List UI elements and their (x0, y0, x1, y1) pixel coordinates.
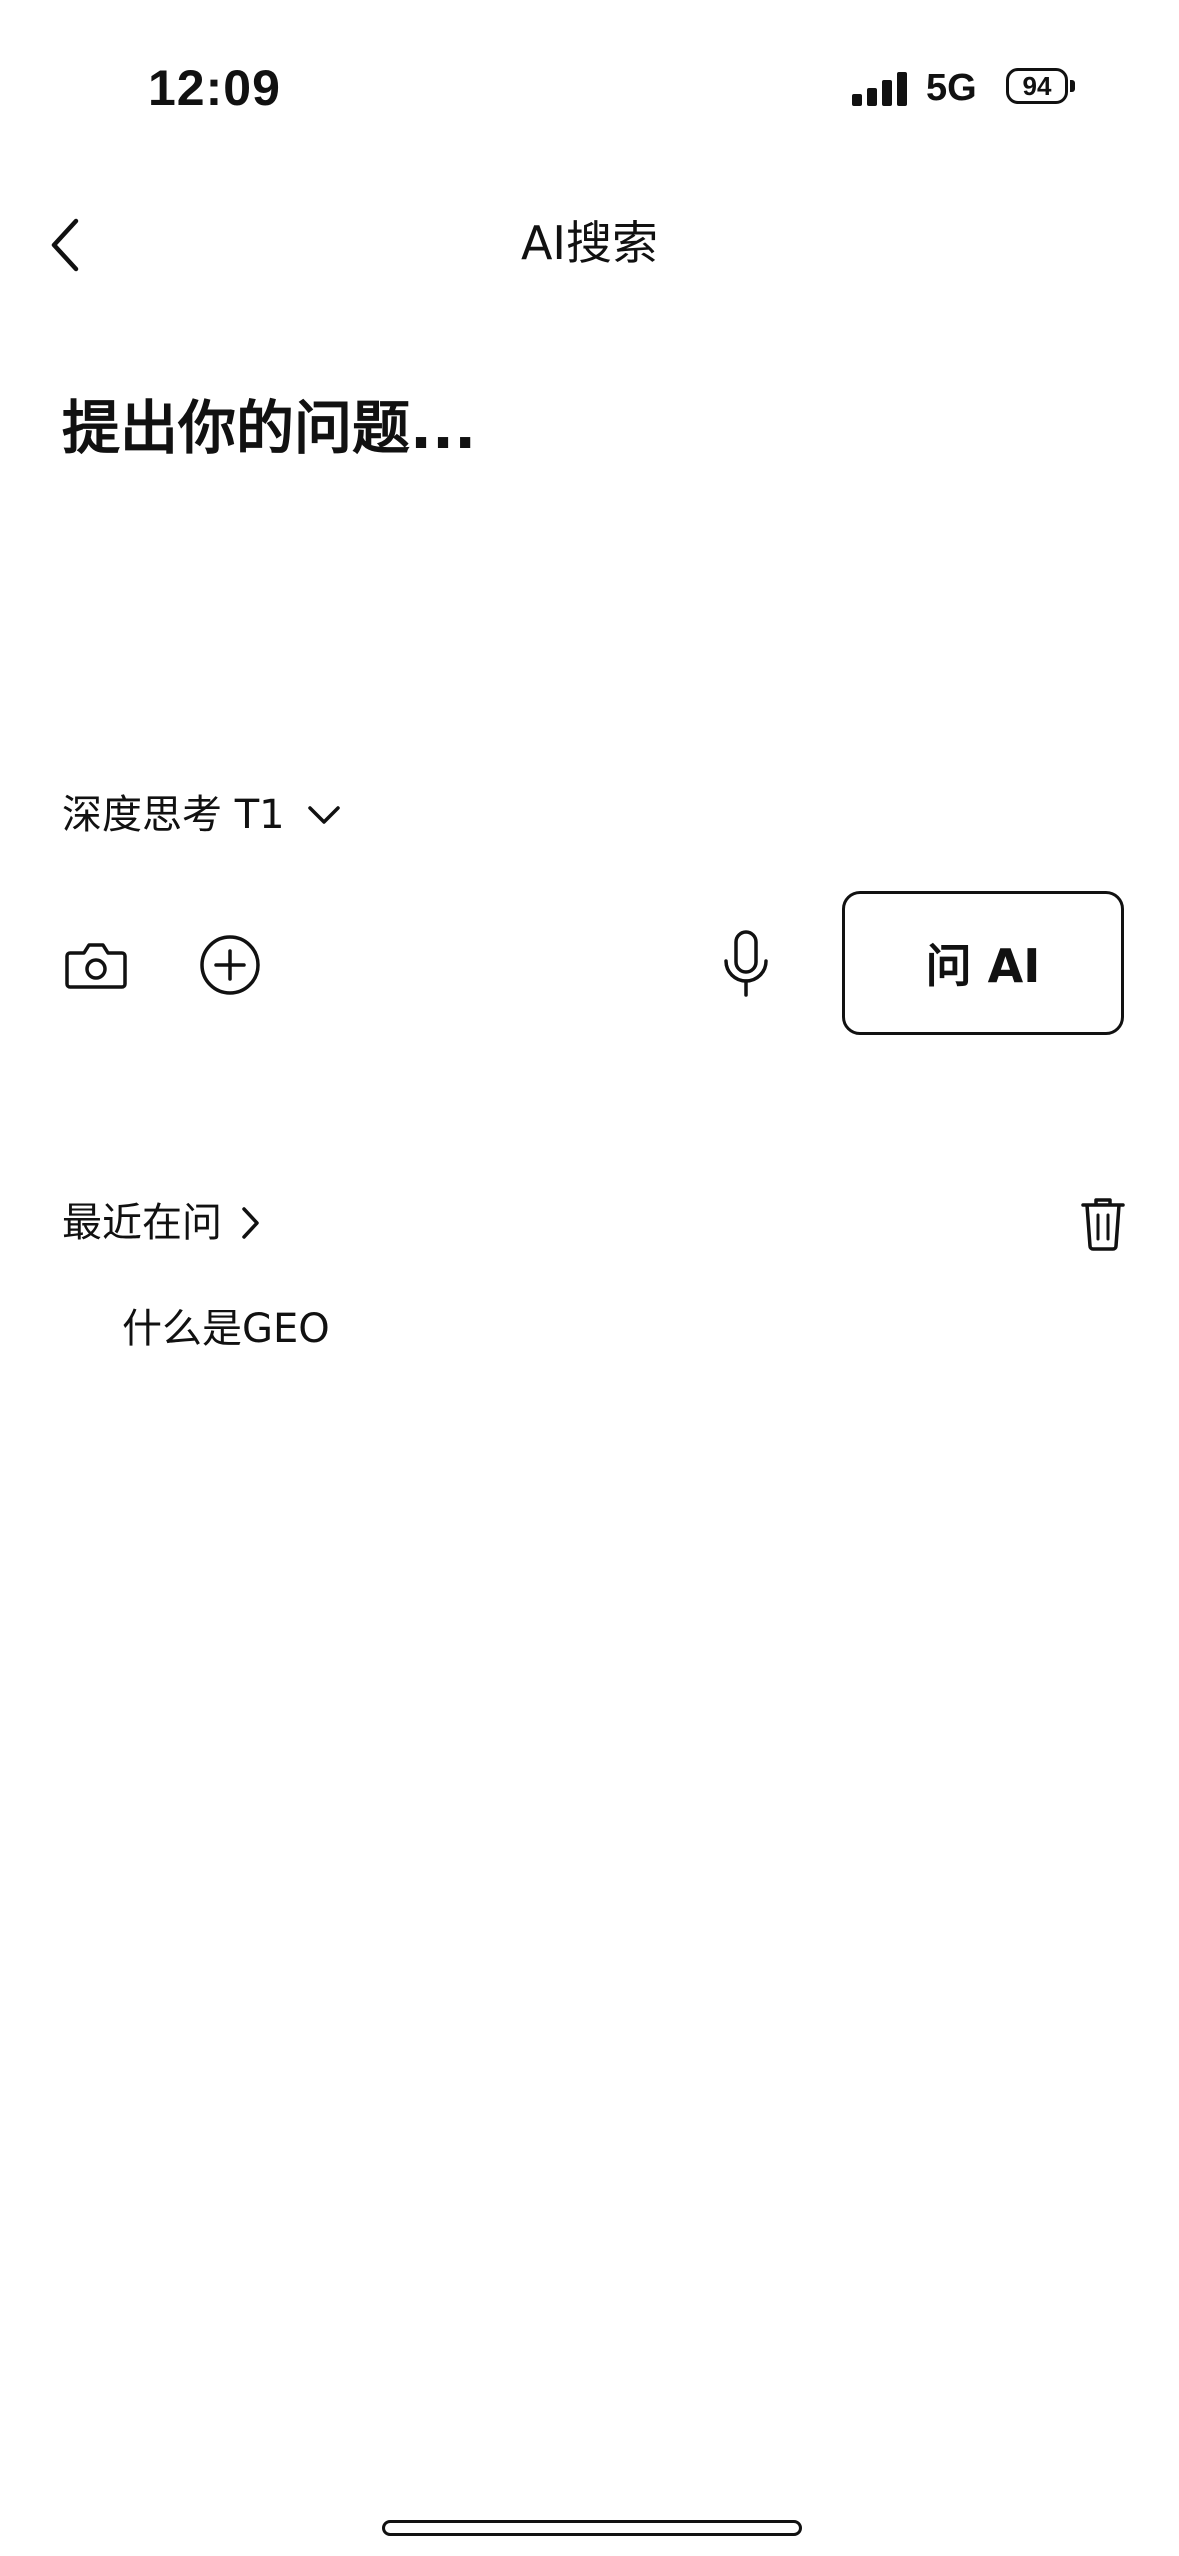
chevron-left-icon (51, 218, 79, 272)
status-time: 12:09 (148, 60, 281, 116)
camera-icon (65, 943, 127, 989)
mode-selector[interactable]: 深度思考 T1 (62, 780, 341, 850)
add-attachment-button[interactable] (190, 925, 270, 1005)
camera-button[interactable] (56, 925, 136, 1005)
page-title: AI搜索 (520, 216, 659, 270)
plus-circle-icon (200, 935, 260, 995)
chevron-down-icon (307, 806, 340, 824)
chevron-right-icon (242, 1207, 259, 1239)
cellular-signal-icon (852, 70, 912, 106)
microphone-icon (724, 930, 768, 997)
voice-input-button[interactable] (706, 915, 786, 1015)
recent-header[interactable]: 最近在问 (62, 1190, 260, 1256)
recent-item[interactable]: 什么是GEO (122, 1296, 330, 1362)
question-input[interactable] (62, 382, 1122, 702)
home-indicator[interactable] (382, 2520, 802, 2536)
ask-ai-button[interactable]: 问 AI (842, 891, 1124, 1035)
clear-history-button[interactable] (1072, 1190, 1134, 1256)
back-button[interactable] (40, 210, 90, 280)
trash-icon (1081, 1198, 1125, 1251)
mode-label: 深度思考 T1 (62, 792, 285, 838)
recent-title: 最近在问 (62, 1200, 222, 1246)
network-type: 5G (926, 67, 977, 109)
battery-level: 94 (1022, 71, 1052, 101)
battery-icon: 94 (1006, 68, 1076, 106)
